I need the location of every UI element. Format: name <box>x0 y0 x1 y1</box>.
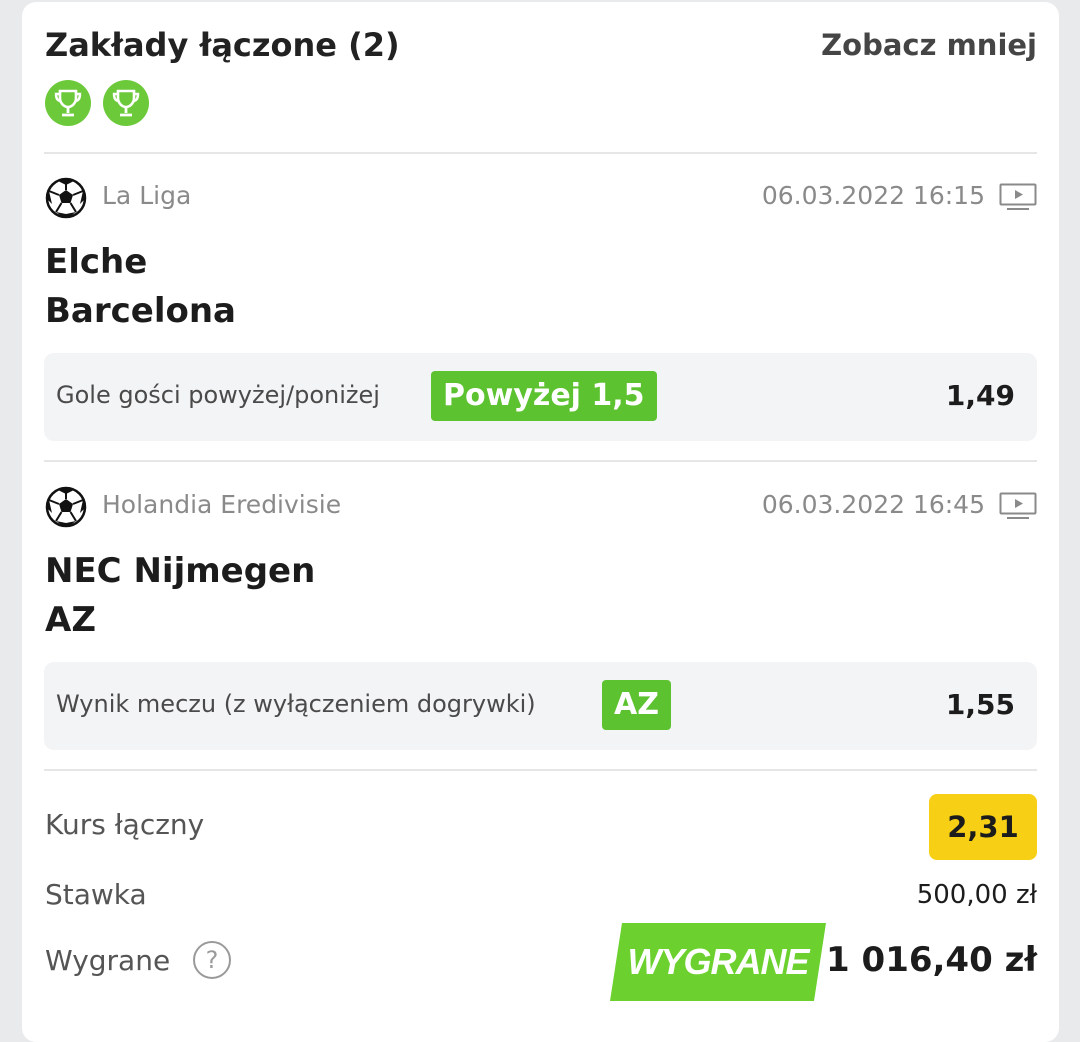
picked-outcome: Powyżej 1,5 <box>431 371 657 421</box>
market-name: Gole gości powyżej/poniżej <box>56 381 380 409</box>
league-name: Holandia Eredivisie <box>102 490 342 519</box>
home-team: NEC Nijmegen <box>45 551 316 591</box>
stake-value: 500,00 zł <box>916 880 1037 910</box>
away-team: Barcelona <box>45 291 237 331</box>
bet-selection: Gole gości powyżej/poniżej Powyżej 1,5 1… <box>44 353 1037 441</box>
selection-odds: 1,55 <box>945 688 1015 721</box>
total-odds-label: Kurs łączny <box>45 808 205 841</box>
winnings-value: 1 016,40 zł <box>826 940 1037 980</box>
bet-selection: Wynik meczu (z wyłączeniem dogrywki) AZ … <box>44 662 1037 750</box>
football-icon <box>45 177 87 219</box>
trophy-icon <box>45 80 91 126</box>
show-less-button[interactable]: Zobacz mniej <box>821 28 1037 62</box>
home-team: Elche <box>45 242 148 282</box>
divider <box>44 152 1037 154</box>
total-odds-value: 2,31 <box>929 794 1037 860</box>
football-icon <box>45 486 87 528</box>
trophy-row <box>45 80 149 126</box>
trophy-icon <box>103 80 149 126</box>
selection-odds: 1,49 <box>945 379 1015 412</box>
help-icon[interactable]: ? <box>193 941 231 979</box>
live-stream-icon[interactable] <box>999 183 1037 211</box>
match-datetime: 06.03.2022 16:15 <box>761 181 985 210</box>
live-stream-icon[interactable] <box>999 492 1037 520</box>
picked-outcome: AZ <box>602 680 671 730</box>
stake-label: Stawka <box>45 878 147 911</box>
won-status-badge: WYGRANE <box>610 923 826 1001</box>
market-name: Wynik meczu (z wyłączeniem dogrywki) <box>56 690 536 718</box>
winnings-label: Wygrane <box>45 944 171 977</box>
away-team: AZ <box>45 600 96 640</box>
bet-slip-card: Zakłady łączone (2) Zobacz mniej La Liga… <box>22 2 1059 1042</box>
won-status-text: WYGRANE <box>627 941 810 982</box>
divider <box>44 460 1037 462</box>
divider <box>44 769 1037 771</box>
match-datetime: 06.03.2022 16:45 <box>761 490 985 519</box>
bet-slip-title: Zakłady łączone (2) <box>45 26 400 64</box>
league-name: La Liga <box>102 181 192 210</box>
